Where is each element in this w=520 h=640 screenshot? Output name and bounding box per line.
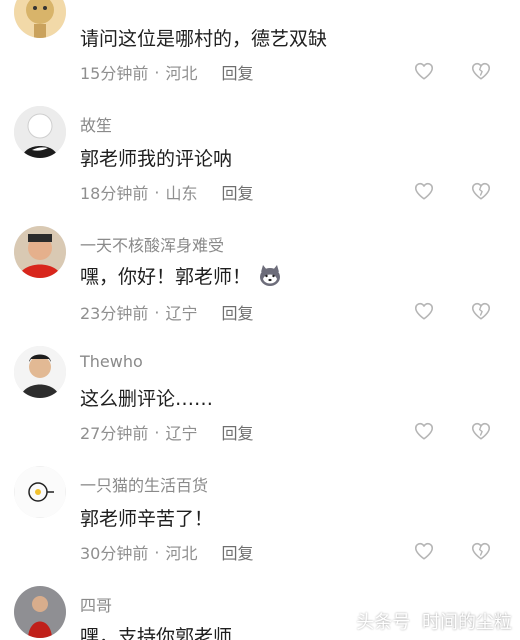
comment-text: 嘿，你好！郭老师！ xyxy=(80,262,283,289)
comment-location: 河北 xyxy=(165,64,198,83)
meta-separator: · xyxy=(154,302,160,322)
meta-separator: · xyxy=(154,422,160,442)
meta-separator: · xyxy=(154,62,160,82)
avatar[interactable] xyxy=(14,586,66,638)
watermark: 头条号 时间的尘粒 xyxy=(356,608,512,634)
like-icon[interactable] xyxy=(413,60,435,82)
reply-button[interactable]: 回复 xyxy=(221,60,253,84)
reply-button[interactable]: 回复 xyxy=(221,540,253,564)
comment-meta: 18分钟前 · 山东 回复 xyxy=(80,180,254,204)
like-icon[interactable] xyxy=(413,300,435,322)
dislike-icon[interactable] xyxy=(470,540,492,562)
comment-time: 23分钟前 xyxy=(80,304,149,323)
comment-meta: 30分钟前 · 河北 回复 xyxy=(80,540,254,564)
comment-text: 请问这位是哪村的，德艺双缺 xyxy=(80,28,328,50)
comment-username[interactable]: Thewho xyxy=(80,352,143,371)
watermark-source: 时间的尘粒 xyxy=(422,612,512,633)
comment-meta: 27分钟前 · 辽宁 回复 xyxy=(80,420,254,444)
like-icon[interactable] xyxy=(413,540,435,562)
dislike-icon[interactable] xyxy=(470,60,492,82)
comment-time: 15分钟前 xyxy=(80,64,149,83)
comment-text: 郭老师辛苦了！ xyxy=(80,508,214,530)
comment-item: 一天不核酸浑身难受 嘿，你好！郭老师！ 23分钟前 · 辽宁 回复 xyxy=(0,226,520,336)
comment-username[interactable]: 一天不核酸浑身难受 xyxy=(80,232,224,256)
husky-dog-emoji-icon xyxy=(257,263,283,289)
comment-text-content: 嘿，你好！郭老师！ xyxy=(80,266,252,288)
comment-username[interactable]: 故笙 xyxy=(80,112,112,136)
like-icon[interactable] xyxy=(413,420,435,442)
avatar[interactable] xyxy=(14,0,66,38)
comment-item: Thewho 这么删评论…… 27分钟前 · 辽宁 回复 xyxy=(0,346,520,456)
comment-location: 辽宁 xyxy=(165,424,198,443)
comment-location: 辽宁 xyxy=(165,304,198,323)
dislike-icon[interactable] xyxy=(470,420,492,442)
comment-text: 嘿，支持你郭老师 xyxy=(80,626,233,640)
meta-separator: · xyxy=(154,542,160,562)
reply-button[interactable]: 回复 xyxy=(221,420,253,444)
dislike-icon[interactable] xyxy=(470,180,492,202)
watermark-brand: 头条号 xyxy=(356,612,411,633)
like-icon[interactable] xyxy=(413,180,435,202)
comment-username[interactable]: 一只猫的生活百货 xyxy=(80,472,208,496)
avatar[interactable] xyxy=(14,466,66,518)
comment-username[interactable]: 四哥 xyxy=(80,592,112,616)
meta-separator: · xyxy=(154,182,160,202)
comment-meta: 23分钟前 · 辽宁 回复 xyxy=(80,300,254,324)
comment-text: 这么删评论…… xyxy=(80,388,214,410)
comment-time: 18分钟前 xyxy=(80,184,149,203)
comment-item: 故笙 郭老师我的评论呐 18分钟前 · 山东 回复 xyxy=(0,106,520,216)
dislike-icon[interactable] xyxy=(470,300,492,322)
avatar[interactable] xyxy=(14,226,66,278)
comment-location: 河北 xyxy=(165,544,198,563)
comment-location: 山东 xyxy=(165,184,198,203)
reply-button[interactable]: 回复 xyxy=(221,180,253,204)
comment-meta: 15分钟前 · 河北 回复 xyxy=(80,60,254,84)
comment-time: 30分钟前 xyxy=(80,544,149,563)
comment-item: 一只猫的生活百货 郭老师辛苦了！ 30分钟前 · 河北 回复 xyxy=(0,466,520,576)
comment-text: 郭老师我的评论呐 xyxy=(80,148,233,170)
avatar[interactable] xyxy=(14,346,66,398)
comment-item: 请问这位是哪村的，德艺双缺 15分钟前 · 河北 回复 xyxy=(0,0,520,96)
comment-time: 27分钟前 xyxy=(80,424,149,443)
avatar[interactable] xyxy=(14,106,66,158)
reply-button[interactable]: 回复 xyxy=(221,300,253,324)
